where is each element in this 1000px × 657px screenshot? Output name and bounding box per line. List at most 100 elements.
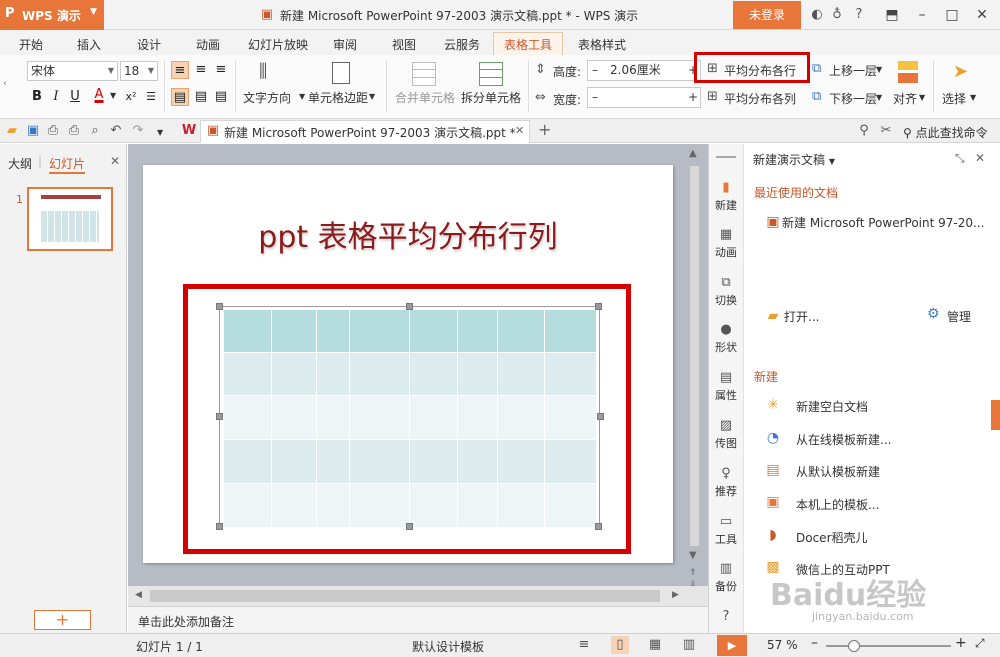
sidebar-item-tools[interactable]: ▭ 工具 [708, 514, 744, 547]
feedback-icon[interactable]: ♁ [828, 6, 846, 24]
open-folder-icon[interactable]: ▰ [3, 122, 21, 140]
tab-start[interactable]: 开始 [19, 36, 43, 53]
bring-forward-button[interactable]: 上移一层 [829, 62, 877, 79]
line-spacing-icon[interactable]: ☰ [142, 88, 160, 106]
help-icon[interactable]: ? [850, 6, 868, 24]
new-default-template-link[interactable]: 从默认模板新建 [796, 463, 880, 480]
split-cells-button[interactable]: 拆分单元格 [461, 89, 521, 106]
distribute-cols-button[interactable]: 平均分布各列 [724, 90, 796, 107]
plus-icon[interactable]: + [688, 88, 698, 106]
height-input[interactable]: – 2.06厘米 + [587, 60, 701, 81]
close-pane-icon[interactable]: ✕ [975, 151, 985, 165]
width-input[interactable]: – + [587, 87, 701, 108]
new-blank-link[interactable]: 新建空白文档 [796, 398, 868, 415]
tab-slideshow[interactable]: 幻灯片放映 [248, 36, 308, 53]
horizontal-scroll-thumb[interactable] [150, 590, 660, 602]
pin-icon[interactable]: ⤡ [955, 151, 965, 166]
command-search[interactable]: ⚲ 点此查找命令 [903, 124, 988, 141]
docer-logo-icon[interactable]: W [180, 122, 198, 140]
fit-window-icon[interactable]: ⤢ [975, 636, 985, 651]
zoom-in-icon[interactable]: + [955, 635, 967, 651]
wps-menu-button[interactable]: P WPS 演示 ▼ [0, 0, 104, 30]
pane-collapse-tab[interactable] [991, 400, 1000, 430]
scroll-up-icon[interactable]: ▲ [689, 148, 697, 159]
sidebar-item-properties[interactable]: ▤ 属性 [708, 370, 744, 403]
valign-middle-icon[interactable]: ▤ [192, 88, 210, 106]
drag-handle[interactable] [716, 156, 736, 158]
sidebar-item-upload-image[interactable]: ▨ 传图 [708, 418, 744, 451]
slide-thumbnail[interactable] [27, 187, 113, 251]
open-link[interactable]: 打开... [784, 308, 819, 325]
tab-slides[interactable]: 幻灯片 [49, 155, 86, 174]
undo-icon[interactable]: ↶ [107, 122, 125, 140]
task-pane-header[interactable]: 新建演示文稿 ▼ [753, 151, 835, 168]
close-tab-icon[interactable]: ✕ [515, 124, 524, 137]
close-button[interactable]: ✕ [970, 4, 994, 26]
bold-button[interactable]: B [28, 88, 46, 106]
tab-review[interactable]: 审阅 [333, 36, 357, 53]
redo-icon[interactable]: ↷ [129, 122, 147, 140]
manage-link[interactable]: 管理 [947, 308, 971, 325]
add-slide-button[interactable]: + [34, 610, 91, 630]
tab-view[interactable]: 视图 [392, 36, 416, 53]
tools-icon[interactable]: ✂ [877, 122, 895, 140]
select-button[interactable]: 选择 [942, 90, 966, 107]
slide-title[interactable]: ppt 表格平均分布行列 [143, 212, 673, 256]
ribbon-scroll-left-icon[interactable]: ‹ [3, 78, 7, 89]
scroll-down-icon[interactable]: ▼ [689, 550, 697, 561]
notes-toggle-icon[interactable]: ≡ [575, 636, 593, 654]
recent-file-link[interactable]: 新建 Microsoft PowerPoint 97-20... [782, 214, 984, 231]
normal-view-icon[interactable]: ▯ [611, 636, 629, 654]
local-template-link[interactable]: 本机上的模板... [796, 496, 879, 513]
slide-sorter-icon[interactable]: ▦ [646, 636, 664, 654]
design-template[interactable]: 默认设计模板 [412, 638, 484, 655]
font-size-select[interactable]: 18 ▼ [120, 61, 158, 81]
preview-icon[interactable]: ⌕ [86, 122, 104, 140]
font-color-button[interactable]: A [90, 86, 108, 104]
save-icon[interactable]: ▣ [24, 122, 42, 140]
minus-icon[interactable]: – [592, 61, 598, 79]
zoom-out-icon[interactable]: – [811, 635, 818, 651]
reading-view-icon[interactable]: ▥ [680, 636, 698, 654]
tab-design[interactable]: 设计 [137, 36, 161, 53]
sidebar-item-backup[interactable]: ▥ 备份 [708, 561, 744, 594]
cell-margin-button[interactable]: 单元格边距 [308, 89, 368, 106]
prev-slide-icon[interactable]: ⇑ [689, 568, 697, 578]
zoom-slider[interactable] [826, 645, 951, 647]
tab-outline[interactable]: 大纲 [8, 155, 32, 172]
italic-button[interactable]: I [47, 88, 65, 106]
valign-bottom-icon[interactable]: ▤ [212, 88, 230, 106]
sweep-icon[interactable]: ⚲ [855, 122, 873, 140]
merge-cells-button[interactable]: 合并单元格 [395, 89, 455, 106]
align-button[interactable]: 对齐 [893, 90, 917, 107]
tab-insert[interactable]: 插入 [77, 36, 101, 53]
play-slideshow-button[interactable]: ▶ [717, 635, 747, 656]
align-left-icon[interactable]: ≡ [171, 61, 189, 79]
sidebar-item-new[interactable]: ▮ 新建 [708, 180, 744, 213]
close-panel-icon[interactable]: ✕ [110, 154, 120, 168]
export-icon[interactable]: ⎙ [44, 122, 62, 140]
minimize-button[interactable]: – [910, 4, 934, 26]
maximize-button[interactable]: □ [940, 4, 964, 26]
sidebar-item-animation[interactable]: ▦ 动画 [708, 227, 744, 260]
send-backward-button[interactable]: 下移一层 [829, 90, 877, 107]
sidebar-item-recommend[interactable]: ♀ 推荐 [708, 466, 744, 499]
restore-ribbon-icon[interactable]: ⬒ [880, 4, 904, 26]
scroll-right-icon[interactable]: ▶ [672, 590, 679, 600]
vertical-scrollbar[interactable] [690, 166, 699, 546]
docer-link[interactable]: Docer稻壳儿 [796, 529, 868, 546]
zoom-slider-thumb[interactable] [848, 640, 860, 652]
tab-cloud[interactable]: 云服务 [444, 36, 480, 53]
chevron-down-icon[interactable]: ▼ [110, 91, 116, 100]
print-icon[interactable]: ⎙ [65, 122, 83, 140]
sidebar-help[interactable]: ? [708, 609, 744, 625]
align-center-icon[interactable]: ≡ [192, 61, 210, 79]
distribute-rows-button[interactable]: 平均分布各行 [724, 62, 796, 79]
skin-icon[interactable]: ◐ [808, 6, 826, 24]
login-button[interactable]: 未登录 [733, 1, 801, 29]
underline-button[interactable]: U [66, 88, 84, 106]
minus-icon[interactable]: – [592, 88, 598, 106]
tab-table-tools[interactable]: 表格工具 [504, 36, 552, 53]
superscript-icon[interactable]: x² [122, 88, 140, 106]
sidebar-item-shape[interactable]: ● 形状 [708, 322, 744, 355]
